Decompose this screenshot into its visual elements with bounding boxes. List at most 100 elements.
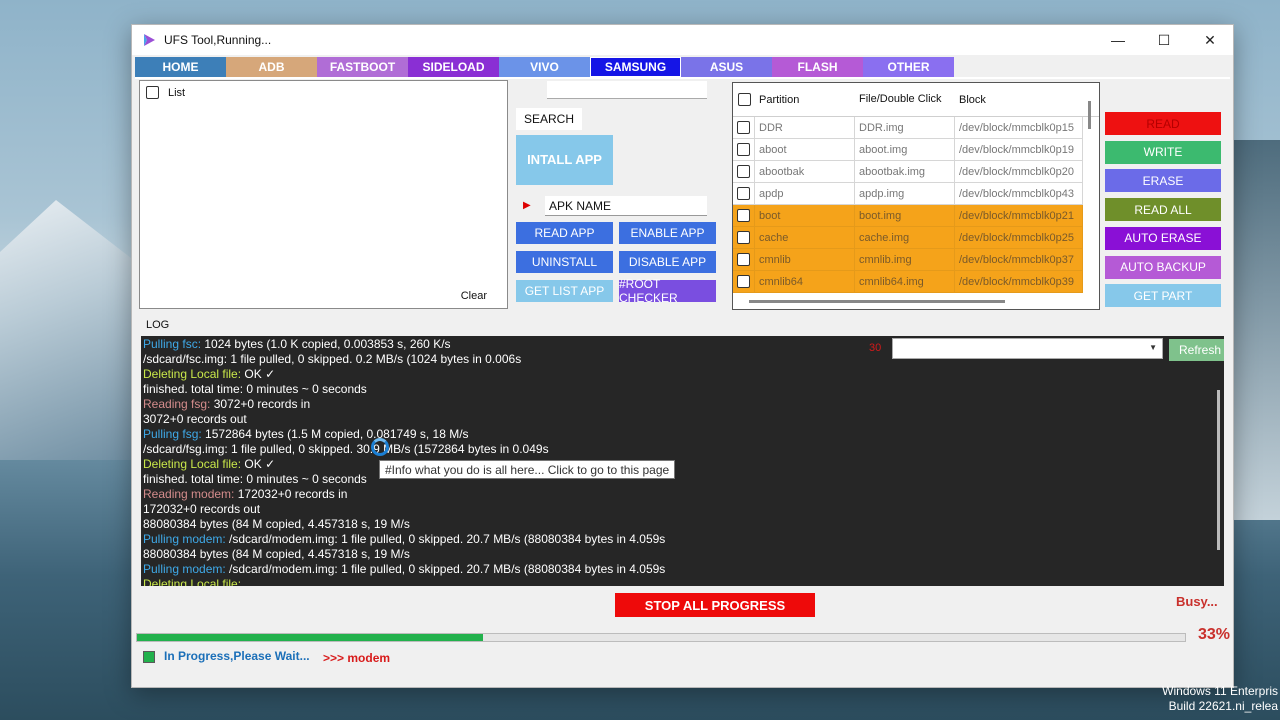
partition-name[interactable]: DDR <box>755 117 855 139</box>
log-line: 88080384 bytes (84 M copied, 4.457318 s,… <box>143 517 863 532</box>
write-button[interactable]: WRITE <box>1105 140 1221 164</box>
partition-block[interactable]: /dev/block/mmcblk0p25 <box>955 227 1083 249</box>
partition-checkbox[interactable] <box>737 187 750 200</box>
refresh-button[interactable]: Refresh <box>1169 339 1224 361</box>
partition-row[interactable]: apdp apdp.img/dev/block/mmcblk0p43 <box>733 183 1099 205</box>
partition-checkbox[interactable] <box>737 209 750 222</box>
tab-adb[interactable]: ADB <box>226 57 317 77</box>
partition-block[interactable]: /dev/block/mmcblk0p39 <box>955 271 1083 293</box>
partition-file[interactable]: cache.img <box>855 227 955 249</box>
partition-checkbox[interactable] <box>737 121 750 134</box>
stop-all-progress-button[interactable]: STOP ALL PROGRESS <box>615 593 815 617</box>
partition-file[interactable]: cmnlib64.img <box>855 271 955 293</box>
maximize-icon[interactable]: ☐ <box>1141 25 1187 55</box>
install-app-button[interactable]: INTALL APP <box>516 135 613 185</box>
apk-name-field[interactable]: APK NAME <box>545 196 707 216</box>
current-stage: >>> modem <box>323 651 391 665</box>
chevron-down-icon[interactable]: ▼ <box>1149 343 1157 352</box>
tab-home[interactable]: HOME <box>135 57 226 77</box>
partition-row[interactable]: cmnlib64 cmnlib64.img/dev/block/mmcblk0p3… <box>733 271 1099 293</box>
tab-sideload[interactable]: SIDELOAD <box>408 57 499 77</box>
auto-erase-button[interactable]: AUTO ERASE <box>1105 226 1221 250</box>
partition-checkbox-cell <box>733 161 755 183</box>
tab-flash[interactable]: FLASH <box>772 57 863 77</box>
partition-horizontal-scrollbar[interactable] <box>749 300 1005 303</box>
partition-row[interactable]: abootbak abootbak.img/dev/block/mmcblk0p2… <box>733 161 1099 183</box>
partition-row[interactable]: cmnlib cmnlib.img/dev/block/mmcblk0p37 <box>733 249 1099 271</box>
erase-button[interactable]: ERASE <box>1105 169 1221 193</box>
read-all-button[interactable]: READ ALL <box>1105 198 1221 222</box>
log-segment: Pulling fsc: <box>143 337 205 351</box>
partition-file[interactable]: boot.img <box>855 205 955 227</box>
partition-name[interactable]: cmnlib <box>755 249 855 271</box>
log-line: Pulling modem: /sdcard/modem.img: 1 file… <box>143 532 863 547</box>
partition-block[interactable]: /dev/block/mmcblk0p20 <box>955 161 1083 183</box>
partition-checkbox[interactable] <box>737 275 750 288</box>
partition-vertical-scrollbar[interactable] <box>1088 101 1091 129</box>
enable-app-button[interactable]: ENABLE APP <box>619 222 716 244</box>
tab-other[interactable]: OTHER <box>863 57 954 77</box>
title-bar[interactable]: UFS Tool,Running... — ☐ ✕ <box>132 25 1233 55</box>
clear-button[interactable]: Clear <box>461 290 487 302</box>
partition-file[interactable]: DDR.img <box>855 117 955 139</box>
partition-block[interactable]: /dev/block/mmcblk0p15 <box>955 117 1083 139</box>
log-segment: Pulling fsg: <box>143 427 206 441</box>
minimize-icon[interactable]: — <box>1095 25 1141 55</box>
select-all-partitions-checkbox[interactable] <box>737 93 751 106</box>
tab-asus[interactable]: ASUS <box>681 57 772 77</box>
tab-vivo[interactable]: VIVO <box>499 57 590 77</box>
read-app-button[interactable]: READ APP <box>516 222 613 244</box>
partition-file[interactable]: abootbak.img <box>855 161 955 183</box>
partition-row[interactable]: aboot aboot.img/dev/block/mmcblk0p19 <box>733 139 1099 161</box>
get-part-button[interactable]: GET PART <box>1105 284 1221 308</box>
log-scrollbar[interactable] <box>1212 366 1224 584</box>
partition-table[interactable]: Partition File/Double Click Block DDR DDR… <box>732 82 1100 310</box>
search-button[interactable]: SEARCH <box>516 108 582 130</box>
log-line: Pulling modem: /sdcard/modem.img: 1 file… <box>143 562 863 577</box>
partition-file[interactable]: cmnlib.img <box>855 249 955 271</box>
partition-name[interactable]: aboot <box>755 139 855 161</box>
log-panel[interactable]: Pulling fsc: 1024 bytes (1.0 K copied, 0… <box>141 336 1224 586</box>
partition-name[interactable]: cmnlib64 <box>755 271 855 293</box>
column-header-file[interactable]: File/Double Click <box>855 93 955 106</box>
partition-name[interactable]: cache <box>755 227 855 249</box>
app-list-panel[interactable]: List Clear <box>139 80 508 309</box>
auto-backup-button[interactable]: AUTO BACKUP <box>1105 255 1221 279</box>
get-list-app-button[interactable]: GET LIST APP <box>516 280 613 302</box>
partition-checkbox[interactable] <box>737 165 750 178</box>
log-segment: 1024 bytes (1.0 K copied, 0.003853 s, 26… <box>204 337 451 351</box>
column-header-partition[interactable]: Partition <box>755 94 855 106</box>
tab-samsung[interactable]: SAMSUNG <box>590 57 681 77</box>
partition-block[interactable]: /dev/block/mmcblk0p21 <box>955 205 1083 227</box>
log-segment: 1572864 bytes (1.5 M copied, 0.081749 s,… <box>205 427 469 441</box>
partition-block[interactable]: /dev/block/mmcblk0p43 <box>955 183 1083 205</box>
partition-file[interactable]: apdp.img <box>855 183 955 205</box>
partition-block[interactable]: /dev/block/mmcblk0p19 <box>955 139 1083 161</box>
close-icon[interactable]: ✕ <box>1187 25 1233 55</box>
partition-name[interactable]: abootbak <box>755 161 855 183</box>
disable-app-button[interactable]: DISABLE APP <box>619 251 716 273</box>
root-checker-button[interactable]: #ROOT CHECKER <box>619 277 716 305</box>
partition-row[interactable]: cache cache.img/dev/block/mmcblk0p25 <box>733 227 1099 249</box>
uninstall-button[interactable]: UNINSTALL <box>516 251 613 273</box>
partition-name[interactable]: boot <box>755 205 855 227</box>
log-segment: finished. total time: 0 minutes ~ 0 seco… <box>143 382 367 396</box>
select-all-apps-checkbox[interactable] <box>146 86 159 99</box>
log-label: LOG <box>146 319 170 331</box>
log-scrollbar-thumb[interactable] <box>1217 390 1220 550</box>
partition-block[interactable]: /dev/block/mmcblk0p37 <box>955 249 1083 271</box>
partition-row[interactable]: DDR DDR.img/dev/block/mmcblk0p15 <box>733 117 1099 139</box>
log-filter-dropdown[interactable]: ▼ <box>892 338 1163 359</box>
partition-table-header: Partition File/Double Click Block <box>733 83 1099 117</box>
partition-checkbox[interactable] <box>737 143 750 156</box>
column-header-block[interactable]: Block <box>955 94 1083 106</box>
partition-file[interactable]: aboot.img <box>855 139 955 161</box>
read-button[interactable]: READ <box>1105 112 1221 135</box>
log-line: 88080384 bytes (84 M copied, 4.457318 s,… <box>143 547 863 562</box>
partition-name[interactable]: apdp <box>755 183 855 205</box>
tab-fastboot[interactable]: FASTBOOT <box>317 57 408 77</box>
partition-checkbox[interactable] <box>737 231 750 244</box>
partition-row[interactable]: boot boot.img/dev/block/mmcblk0p21 <box>733 205 1099 227</box>
search-input[interactable] <box>547 81 707 99</box>
partition-checkbox[interactable] <box>737 253 750 266</box>
